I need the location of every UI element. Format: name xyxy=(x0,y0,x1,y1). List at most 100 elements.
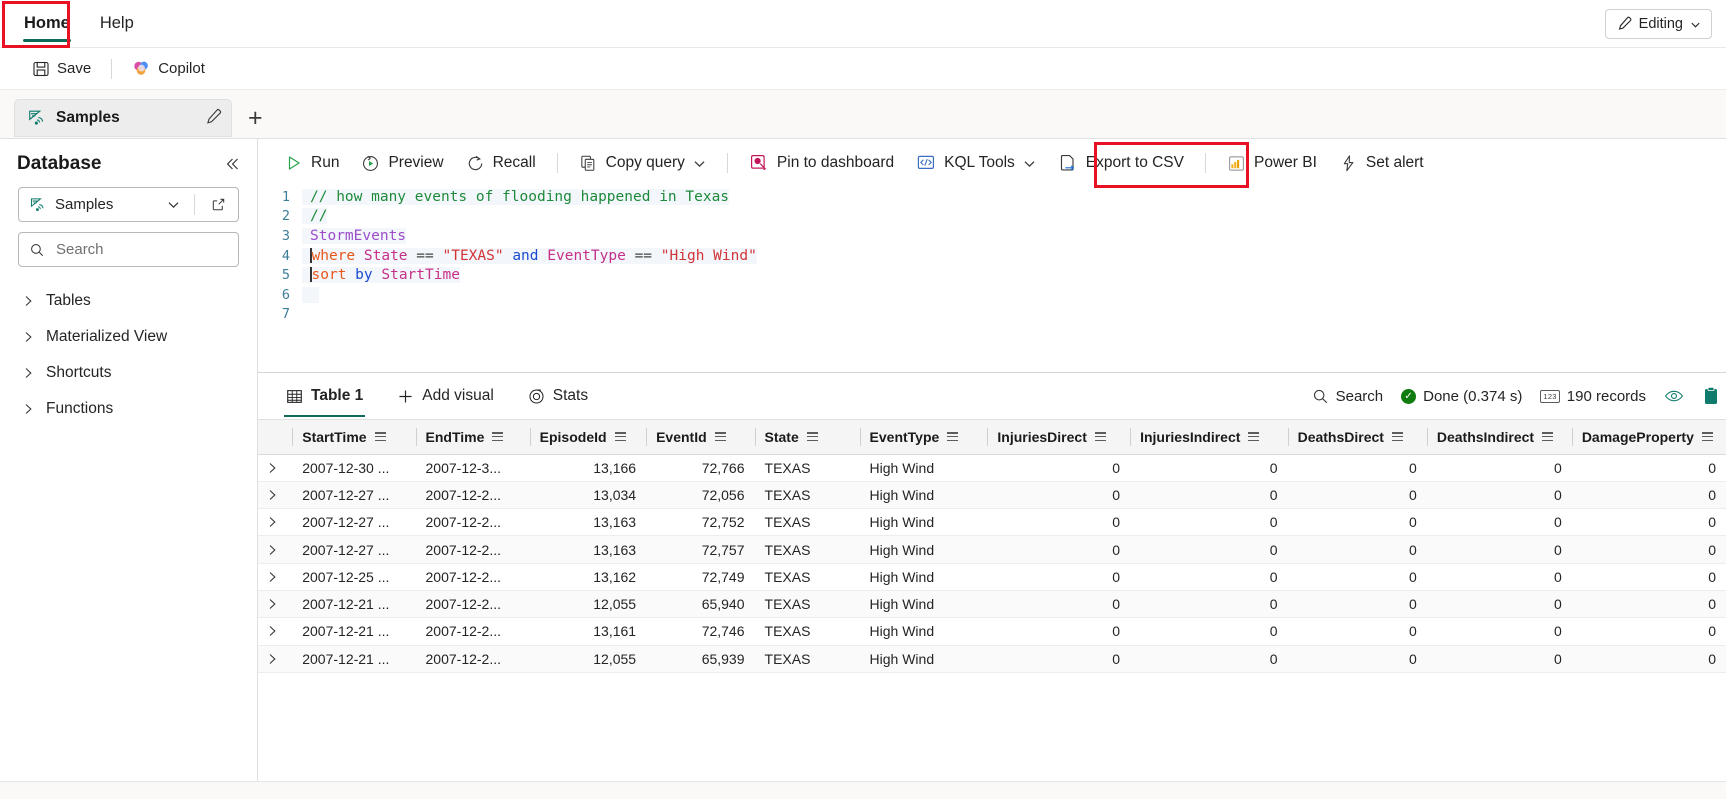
results-tab-add-visual[interactable]: Add visual xyxy=(387,379,504,413)
workspace-shell: Samples + Database Samples Search Tables… xyxy=(0,90,1726,799)
table-cell: 0 xyxy=(1426,535,1572,564)
results-status-group: Search ✓ Done (0.374 s) 123 190 records xyxy=(1312,386,1726,406)
run-button[interactable]: Run xyxy=(274,148,350,178)
chevron-right-icon xyxy=(24,367,32,379)
column-header-label: InjuriesDirect xyxy=(997,428,1087,445)
row-expand-chevron-icon[interactable] xyxy=(258,454,293,482)
plus-icon xyxy=(397,388,414,405)
copilot-button[interactable]: Copilot xyxy=(122,54,215,83)
kusto-query-app: Home Help Editing Save Copilot Samples +… xyxy=(0,0,1726,799)
column-menu-icon[interactable] xyxy=(374,432,386,442)
add-tab-button[interactable]: + xyxy=(248,105,263,131)
table-row[interactable]: 2007-12-27 ... 2007-12-2... 13,163 72,752 TE… xyxy=(258,508,1726,537)
chevron-down-icon xyxy=(1690,19,1701,30)
row-expand-chevron-icon[interactable] xyxy=(258,645,293,673)
column-menu-icon[interactable] xyxy=(1701,432,1713,442)
row-expand-chevron-icon[interactable] xyxy=(258,508,293,537)
column-header-eventtype[interactable]: EventType xyxy=(859,420,988,455)
table-cell: 0 xyxy=(1130,454,1288,482)
table-row[interactable]: 2007-12-21 ... 2007-12-2... 12,055 65,940 TE… xyxy=(258,590,1726,619)
column-menu-icon[interactable] xyxy=(1094,432,1106,442)
row-expand-chevron-icon[interactable] xyxy=(258,590,293,619)
export-csv-icon xyxy=(1058,153,1078,173)
table-cell: TEXAS xyxy=(754,481,860,510)
results-grid[interactable]: StartTime EndTime EpisodeId EventId Stat… xyxy=(258,419,1726,799)
run-label: Run xyxy=(311,154,340,171)
column-menu-icon[interactable] xyxy=(1391,432,1403,442)
set-alert-button[interactable]: Set alert xyxy=(1328,148,1435,179)
table-row[interactable]: 2007-12-25 ... 2007-12-2... 13,162 72,749 TE… xyxy=(258,563,1726,591)
row-expand-chevron-icon[interactable] xyxy=(258,617,293,646)
column-header-injuriesindirect[interactable]: InjuriesIndirect xyxy=(1130,420,1288,455)
sidebar-item-functions[interactable]: Functions xyxy=(0,391,257,427)
column-header-injuriesdirect[interactable]: InjuriesDirect xyxy=(987,420,1131,455)
preview-button[interactable]: Preview xyxy=(350,148,454,179)
recall-button[interactable]: Recall xyxy=(455,148,547,179)
column-menu-icon[interactable] xyxy=(492,432,504,442)
column-menu-icon[interactable] xyxy=(714,432,726,442)
editor-line: 2 // xyxy=(258,207,1726,227)
copy-query-button[interactable]: Copy query xyxy=(568,148,717,179)
database-selector[interactable]: Samples xyxy=(18,187,239,222)
table-cell: 13,166 xyxy=(529,454,647,482)
table-cell: 0 xyxy=(1571,454,1726,482)
editor-line: 3 StormEvents xyxy=(258,226,1726,246)
query-toolbar-separator xyxy=(1205,153,1206,173)
column-header-endtime[interactable]: EndTime xyxy=(415,420,530,455)
sidebar-item-materialized-view[interactable]: Materialized View xyxy=(0,319,257,355)
collapse-panel-icon[interactable] xyxy=(223,155,241,173)
table-cell: 12,055 xyxy=(529,645,647,673)
column-header-damageproperty[interactable]: DamageProperty xyxy=(1571,420,1726,455)
column-menu-icon[interactable] xyxy=(947,432,959,442)
search-input[interactable] xyxy=(54,240,228,259)
sidebar-search-box[interactable] xyxy=(18,232,239,267)
table-cell: TEXAS xyxy=(754,454,860,482)
save-button[interactable]: Save xyxy=(22,55,101,83)
row-expand-chevron-icon[interactable] xyxy=(258,535,293,564)
open-in-new-icon[interactable] xyxy=(203,196,234,213)
rename-tab-pencil-icon[interactable] xyxy=(204,108,223,127)
row-expand-chevron-icon[interactable] xyxy=(258,563,293,591)
document-tab-samples[interactable]: Samples xyxy=(14,99,232,137)
pin-to-dashboard-button[interactable]: Pin to dashboard xyxy=(738,147,905,179)
table-row[interactable]: 2007-12-27 ... 2007-12-2... 13,034 72,056 TE… xyxy=(258,481,1726,510)
column-header-starttime[interactable]: StartTime xyxy=(292,420,416,455)
toggle-visibility-button[interactable] xyxy=(1664,386,1684,406)
row-expand-chevron-icon[interactable] xyxy=(258,481,293,510)
results-search-button[interactable]: Search xyxy=(1312,387,1384,405)
chevron-down-icon xyxy=(1023,157,1036,170)
results-tab-stats[interactable]: Stats xyxy=(518,379,598,413)
editing-mode-button[interactable]: Editing xyxy=(1604,9,1712,39)
sidebar-item-shortcuts[interactable]: Shortcuts xyxy=(0,355,257,391)
column-header-episodeid[interactable]: EpisodeId xyxy=(529,420,647,455)
export-to-csv-button[interactable]: Export to CSV xyxy=(1047,147,1195,179)
table-cell: 2007-12-21 ... xyxy=(292,590,416,619)
ribbon-tab-home[interactable]: Home xyxy=(14,8,80,42)
table-cell: 0 xyxy=(1130,645,1288,673)
record-count-label: 190 records xyxy=(1566,387,1646,405)
column-header-deathsindirect[interactable]: DeathsIndirect xyxy=(1426,420,1572,455)
results-search-label: Search xyxy=(1335,387,1384,405)
copy-results-button[interactable] xyxy=(1702,386,1720,406)
table-row[interactable]: 2007-12-27 ... 2007-12-2... 13,163 72,757 TE… xyxy=(258,535,1726,564)
sidebar-item-tables[interactable]: Tables xyxy=(0,283,257,319)
table-row[interactable]: 2007-12-21 ... 2007-12-2... 13,161 72,746 TE… xyxy=(258,617,1726,646)
column-header-deathsdirect[interactable]: DeathsDirect xyxy=(1287,420,1427,455)
results-tab-table-1[interactable]: Table 1 xyxy=(276,379,373,417)
column-header-state[interactable]: State xyxy=(754,420,860,455)
column-menu-icon[interactable] xyxy=(1248,432,1260,442)
kql-tools-button[interactable]: KQL Tools xyxy=(905,147,1047,179)
table-row[interactable]: 2007-12-30 ... 2007-12-3... 13,166 72,766 TE… xyxy=(258,454,1726,482)
power-bi-button[interactable]: Power BI xyxy=(1216,148,1328,179)
ribbon-tab-help[interactable]: Help xyxy=(90,8,144,40)
column-menu-icon[interactable] xyxy=(1542,432,1554,442)
table-row[interactable]: 2007-12-21 ... 2007-12-2... 12,055 65,939 TE… xyxy=(258,645,1726,673)
editor-line: 1 // how many events of flooding happene… xyxy=(258,187,1726,207)
code-operator: == xyxy=(634,247,653,264)
column-menu-icon[interactable] xyxy=(614,432,626,442)
column-header-label: StartTime xyxy=(302,428,367,445)
play-icon xyxy=(285,154,303,172)
column-header-eventid[interactable]: EventId xyxy=(646,420,755,455)
column-menu-icon[interactable] xyxy=(806,432,818,442)
kql-query-editor[interactable]: 1 // how many events of flooding happene… xyxy=(258,187,1726,372)
